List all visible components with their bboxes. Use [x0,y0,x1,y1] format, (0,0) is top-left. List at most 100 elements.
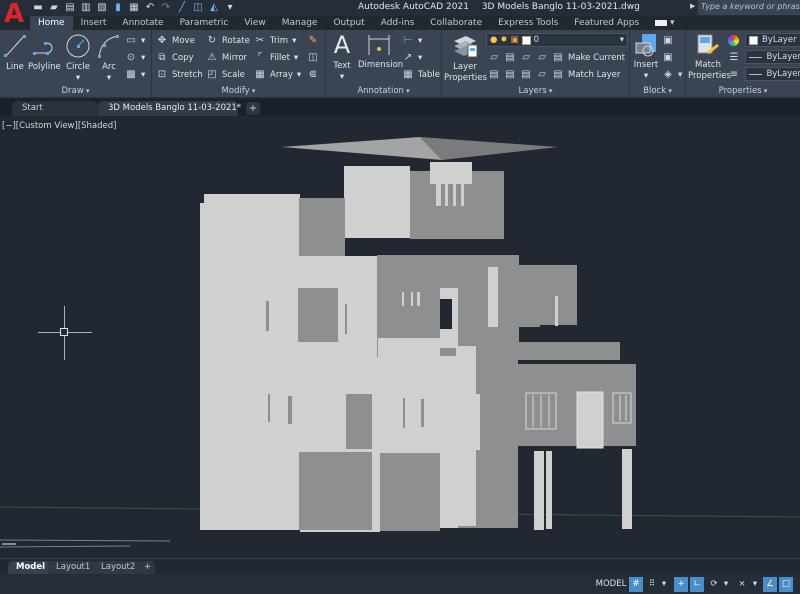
publish-icon[interactable]: ▧ [96,2,108,14]
polar-tracking-icon[interactable]: ⟳ [707,577,721,592]
save-icon[interactable]: ▤ [64,2,76,14]
tab-current-drawing[interactable]: 3D Models Banglo 11-03-2021*✕ [98,101,255,116]
tab-insert[interactable]: Insert [73,16,115,30]
leader-dropdown-icon[interactable]: ▾ [418,53,422,63]
autocad-logo[interactable]: A [4,1,26,27]
text-dropdown-icon[interactable]: ▾ [340,72,344,82]
create-block-button[interactable]: ▣ [662,35,674,47]
edit-block-button[interactable]: ▣ [662,52,674,64]
layer-unlock-all-icon[interactable]: ▱ [536,69,548,81]
annotation-panel-label[interactable]: Annotation [326,86,441,96]
scale-button[interactable]: ◰ Scale [206,69,245,81]
circle-dropdown-icon[interactable]: ▾ [76,73,80,83]
undo-icon[interactable]: ↶ [144,2,156,14]
hatch-dropdown-icon[interactable]: ▾ [141,70,145,80]
leader-button[interactable]: ↗ ▾ [402,52,422,64]
rotate-button[interactable]: ↻ Rotate [206,35,250,47]
layer-unisolate-icon[interactable]: ▤ [504,69,516,81]
offset-button[interactable]: ⋐ [307,69,319,81]
tab-annotate[interactable]: Annotate [114,16,171,30]
box-icon[interactable]: ◫ [192,2,204,14]
hatch-button[interactable]: ▩ ▾ [125,69,145,81]
make-current-button[interactable]: Make Current [568,53,625,63]
grid-icon[interactable]: # [629,577,643,592]
trim-button[interactable]: ✂ Trim ▾ [254,35,297,47]
ortho-icon[interactable]: ∟ [690,577,704,592]
tab-layout2[interactable]: Layout2 [93,561,144,574]
layer-freeze-icon[interactable]: ▱ [520,52,532,64]
properties-panel-label[interactable]: Properties [686,86,800,96]
layer-thaw-all-icon[interactable]: ▤ [520,69,532,81]
arc-dropdown-icon[interactable]: ▾ [107,73,111,83]
tab-express-tools[interactable]: Express Tools [490,16,566,30]
layer-on-all-icon[interactable]: ▤ [488,69,500,81]
polar-dropdown-icon[interactable]: ▾ [722,577,730,592]
edit-attributes-button[interactable]: ◈ ▾ [662,69,682,81]
text-button[interactable]: A Text ▾ [328,32,356,83]
search-input[interactable]: Type a keyword or phrase [698,0,800,15]
layers-panel-label[interactable]: Layers [442,86,629,96]
snap-dropdown-icon[interactable]: ▾ [660,577,668,592]
dynamic-input-icon[interactable]: + [674,577,688,592]
tab-featured-apps[interactable]: Featured Apps [566,16,647,30]
fillet-button[interactable]: ⌜ Fillet ▾ [254,52,299,64]
block-panel-label[interactable]: Block [630,86,685,96]
layer-isolate-icon[interactable]: ▤ [504,52,516,64]
linetype-dropdown[interactable]: ByLayer [745,67,800,81]
match-layer-button[interactable]: Match Layer [568,70,620,80]
snap-icon[interactable]: ⠿ [645,577,659,592]
mirror-button[interactable]: ⚠ Mirror [206,52,248,64]
isodraft-dropdown-icon[interactable]: ▾ [751,577,759,592]
ribbon-toggle-button[interactable]: ▾ [647,16,682,30]
array-dropdown-icon[interactable]: ▾ [297,70,301,80]
stretch-button[interactable]: ⊡ Stretch [156,69,203,81]
object-snap-tracking-icon[interactable]: ∠ [763,577,777,592]
open-icon[interactable]: ▰ [48,2,60,14]
tab-model[interactable]: Model [8,561,54,574]
edit-attributes-dropdown-icon[interactable]: ▾ [678,70,682,80]
rectangle-button[interactable]: ▭ ▾ [125,35,145,47]
line-button[interactable]: Line [3,33,27,73]
color-dropdown[interactable]: ByLayer [745,33,800,47]
customize-icon[interactable]: ▾ [224,2,236,14]
insert-button[interactable]: Insert ▾ [633,33,659,82]
tab-manage[interactable]: Manage [274,16,326,30]
drawing-viewport[interactable]: [−][Custom View][Shaded] [0,116,800,558]
ellipse-dropdown-icon[interactable]: ▾ [141,53,145,63]
workspace-icon[interactable]: ◭ [208,2,220,14]
redo-icon[interactable]: ↷ [160,2,172,14]
lineweight-dropdown[interactable]: ByLayer [745,50,800,64]
object-snap-icon[interactable]: □ [779,577,793,592]
dimension-button[interactable]: Dimension [358,33,403,71]
save-as-icon[interactable]: ▥ [80,2,92,14]
layer-lock-icon[interactable]: ▱ [536,52,548,64]
new-tab-button[interactable]: + [246,102,260,115]
table-button[interactable]: ▦ Table [402,69,440,81]
explode-button[interactable]: ◫ [307,52,319,64]
layer-off-icon[interactable]: ▱ [488,52,500,64]
rectangle-dropdown-icon[interactable]: ▾ [141,36,145,46]
arc-button[interactable]: Arc ▾ [96,33,122,84]
plot-icon[interactable]: ▦ [128,2,140,14]
search-expand-icon[interactable]: ▶ [690,2,695,10]
isodraft-icon[interactable]: ⨯ [735,577,749,592]
tab-layout1[interactable]: Layout1 [48,561,99,574]
array-button[interactable]: ▦ Array ▾ [254,69,301,81]
circle-button[interactable]: Circle ▾ [64,33,92,84]
model-space-button[interactable]: MODEL [595,577,627,592]
modify-panel-label[interactable]: Modify [152,86,325,96]
tab-view[interactable]: View [236,16,273,30]
ellipse-button[interactable]: ⊙ ▾ [125,52,145,64]
share-icon[interactable]: ▮ [112,2,124,14]
line-icon[interactable]: ╱ [176,2,188,14]
new-icon[interactable]: ▬ [32,2,44,14]
copy-button[interactable]: ⧉ Copy [156,52,193,64]
add-layout-button[interactable]: + [140,561,156,574]
move-button[interactable]: ✥ Move [156,35,195,47]
tab-start[interactable]: Start [12,101,98,116]
linear-dim-button[interactable]: ⊢ ▾ [402,35,423,47]
tab-add-ins[interactable]: Add-ins [373,16,423,30]
fillet-dropdown-icon[interactable]: ▾ [294,53,298,63]
match-properties-button[interactable]: Match Properties [688,33,731,82]
tab-output[interactable]: Output [325,16,372,30]
